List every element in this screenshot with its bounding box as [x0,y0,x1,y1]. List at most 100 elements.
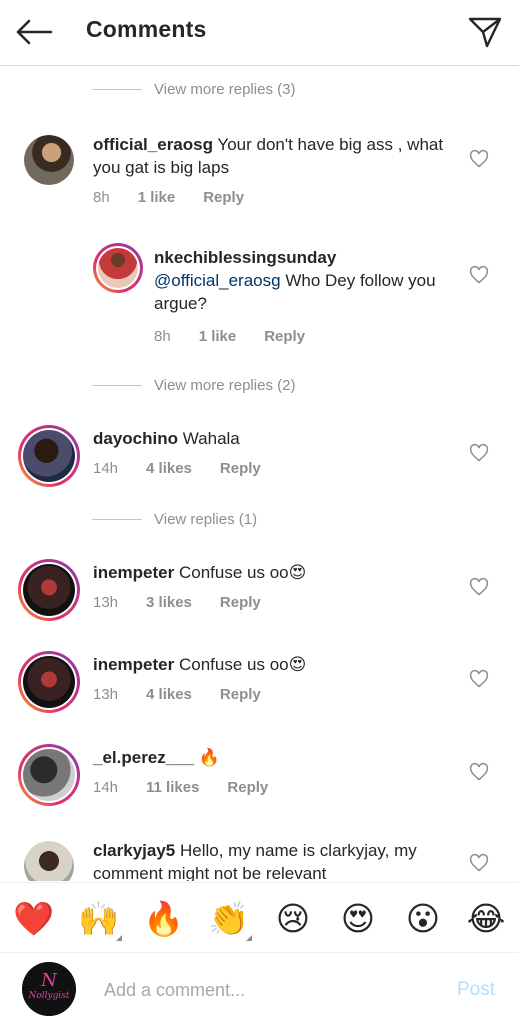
emoji-heart-button[interactable]: ❤️ [13,899,54,939]
skin-tone-indicator [246,935,252,941]
view-more-label: View replies (1) [154,511,258,528]
svg-text:Nollygist: Nollygist [27,991,69,1001]
comment-text: inempeter Confuse us oo😍 [93,561,453,584]
comment-username[interactable]: _el.perez___ [93,748,194,767]
post-button[interactable]: Post [457,979,495,1001]
skin-tone-indicator [116,935,122,941]
comment-username[interactable]: dayochino [93,429,178,448]
comment-item: inempeter Confuse us oo😍 13h 4 likes Rep… [0,649,519,739]
comment-content: Wahala [182,429,240,448]
emoji-surprised-button[interactable]: 😮 [403,899,443,939]
comment-item: inempeter Confuse us oo😍 13h 3 likes Rep… [0,557,519,647]
page-title: Comments [86,16,207,42]
emoji-clap-button[interactable]: 👏 [208,899,252,941]
heart-icon[interactable] [469,443,489,463]
comment-likes[interactable]: 4 likes [146,686,192,703]
heart-icon[interactable] [469,762,489,782]
emoji-heart-eyes-button[interactable]: 😍 [338,899,378,939]
view-more-label: View more replies (2) [154,377,296,394]
comment-item: dayochino Wahala 14h 4 likes Reply [0,423,519,513]
comment-time: 13h [93,686,119,703]
comment-meta: 13h 4 likes Reply [93,686,261,703]
comment-composer: N Nollygist Post [0,952,519,1024]
reply-button[interactable]: Reply [220,460,261,477]
avatar[interactable] [93,243,143,293]
reply-likes[interactable]: 1 like [199,328,237,345]
avatar[interactable] [18,559,80,621]
avatar[interactable] [24,135,74,185]
nollygist-logo: N Nollygist [22,962,76,1016]
comment-text: official_eraosg Your don't have big ass … [93,133,453,179]
avatar: N Nollygist [22,962,76,1016]
comments-list[interactable]: View more replies (3) official_eraosg Yo… [0,67,519,881]
comment-meta: 14h 11 likes Reply [93,779,268,796]
reply-item: nkechiblessingsunday @official_eraosg Wh… [0,243,519,363]
reply-button[interactable]: Reply [227,779,268,796]
avatar[interactable] [18,651,80,713]
heart-icon[interactable] [469,669,489,689]
view-replies[interactable]: View replies (1) [92,511,257,528]
reply-button[interactable]: Reply [203,189,244,206]
comment-input[interactable] [104,975,434,1005]
reply-text: nkechiblessingsunday @official_eraosg Wh… [154,246,454,315]
comment-username[interactable]: clarkyjay5 [93,841,175,860]
divider [92,385,142,386]
comment-content: Confuse us oo😍 [178,563,307,582]
comment-meta: 8h 1 like Reply [93,189,244,206]
comment-time: 8h [93,189,110,206]
comment-text: _el.perez___ 🔥 [93,746,453,769]
svg-text:N: N [40,970,58,991]
view-more-replies[interactable]: View more replies (3) [92,81,295,98]
comment-text: dayochino Wahala [93,427,453,450]
heart-icon[interactable] [469,853,489,873]
comment-likes[interactable]: 1 like [138,189,176,206]
reply-time: 8h [154,328,171,345]
comment-content: 🔥 [198,748,221,767]
heart-icon[interactable] [469,265,489,285]
reply-meta: 8h 1 like Reply [154,328,305,345]
emoji-raised-hands-button[interactable]: 🙌 [78,899,122,941]
share-button[interactable] [463,12,507,52]
comment-username[interactable]: inempeter [93,655,174,674]
view-more-label: View more replies (3) [154,81,296,98]
comment-username[interactable]: inempeter [93,563,174,582]
heart-icon[interactable] [469,577,489,597]
reply-username[interactable]: nkechiblessingsunday [154,248,336,267]
comment-item: official_eraosg Your don't have big ass … [0,133,519,253]
paper-plane-icon [468,17,502,48]
comment-meta: 13h 3 likes Reply [93,594,261,611]
view-more-replies[interactable]: View more replies (2) [92,377,295,394]
emoji-bar: ❤️ 🙌 🔥 👏 😢 😍 😮 😂 [0,882,519,952]
comment-item: clarkyjay5 Hello, my name is clarkyjay, … [0,837,519,881]
comment-text: inempeter Confuse us oo😍 [93,653,453,676]
divider [92,519,142,520]
comment-text: clarkyjay5 Hello, my name is clarkyjay, … [93,839,453,881]
avatar[interactable] [24,841,74,881]
comment-likes[interactable]: 4 likes [146,460,192,477]
comment-time: 14h [93,779,119,796]
arrow-left-icon [16,19,53,45]
emoji-laugh-button[interactable]: 😂 [466,899,506,939]
emoji-fire-button[interactable]: 🔥 [143,899,184,939]
comment-time: 13h [93,594,119,611]
emoji-glyph: 🙌 [78,900,120,937]
emoji-cry-button[interactable]: 😢 [273,899,313,939]
avatar[interactable] [18,425,80,487]
comment-time: 14h [93,460,119,477]
comment-content: Confuse us oo😍 [178,655,307,674]
comment-item: _el.perez___ 🔥 14h 11 likes Reply [0,742,519,832]
header-bar: Comments [0,0,519,66]
comment-username[interactable]: official_eraosg [93,135,213,154]
emoji-glyph: 👏 [208,900,250,937]
avatar[interactable] [18,744,80,806]
back-button[interactable] [12,12,56,52]
comment-likes[interactable]: 11 likes [146,779,199,796]
comment-likes[interactable]: 3 likes [146,594,192,611]
divider [92,89,142,90]
heart-icon[interactable] [469,149,489,169]
comment-meta: 14h 4 likes Reply [93,460,261,477]
mention-link[interactable]: @official_eraosg [154,271,281,290]
reply-button[interactable]: Reply [264,328,305,345]
reply-button[interactable]: Reply [220,686,261,703]
reply-button[interactable]: Reply [220,594,261,611]
